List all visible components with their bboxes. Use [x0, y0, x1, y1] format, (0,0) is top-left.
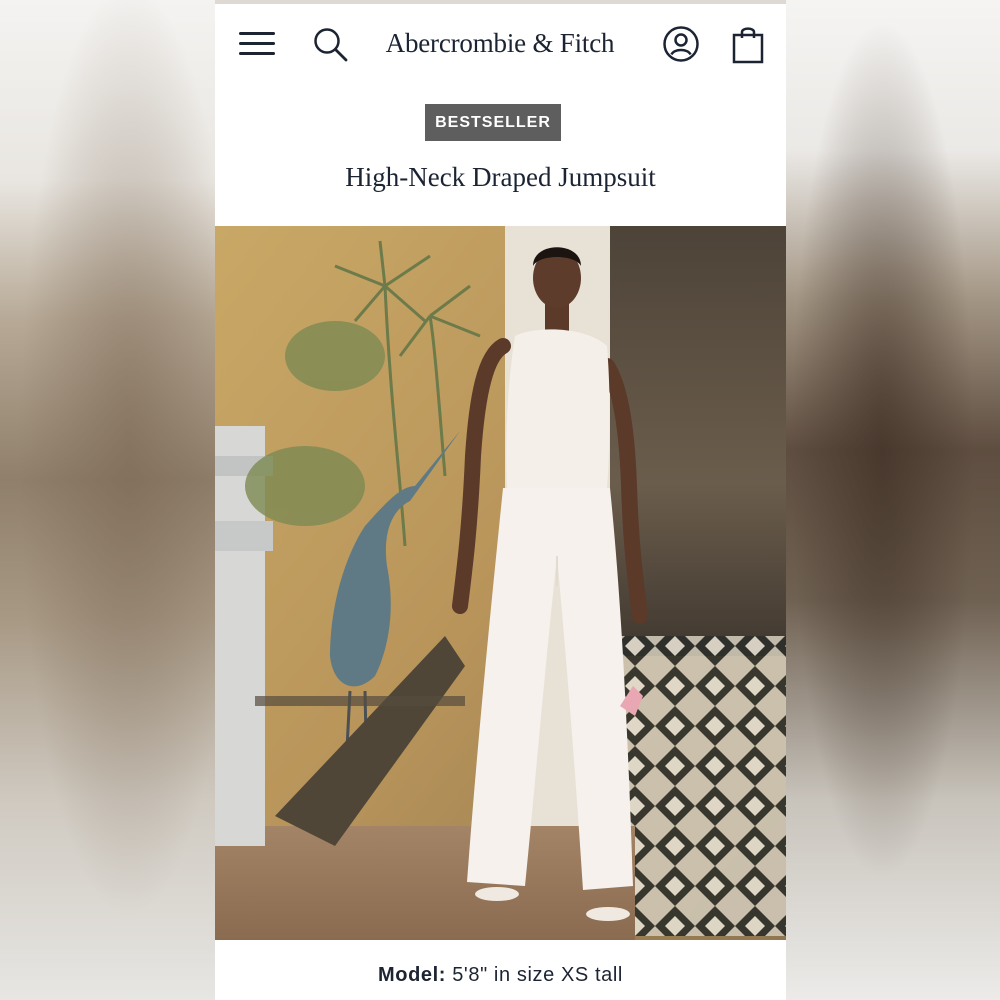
hamburger-menu-icon[interactable] — [237, 28, 277, 58]
blurred-backdrop-right — [786, 0, 1000, 1000]
search-icon[interactable] — [312, 26, 350, 64]
model-details: 5'8" in size XS tall — [446, 964, 623, 986]
account-icon[interactable] — [662, 25, 700, 63]
shopping-bag-icon[interactable] — [731, 24, 765, 64]
top-navigation-bar: Abercrombie & Fitch — [215, 4, 786, 86]
blurred-backdrop-left — [0, 0, 215, 1000]
model-label: Model: — [378, 964, 447, 986]
model-size-info: Model: 5'8" in size XS tall — [215, 964, 786, 987]
product-title: High-Neck Draped Jumpsuit — [345, 162, 656, 192]
product-photo[interactable] — [215, 226, 786, 940]
brand-logo[interactable]: Abercrombie & Fitch — [355, 28, 645, 59]
bestseller-badge: BESTSELLER — [425, 104, 561, 141]
product-page: Abercrombie & Fitch BESTSELLER High-Neck… — [215, 4, 786, 1000]
